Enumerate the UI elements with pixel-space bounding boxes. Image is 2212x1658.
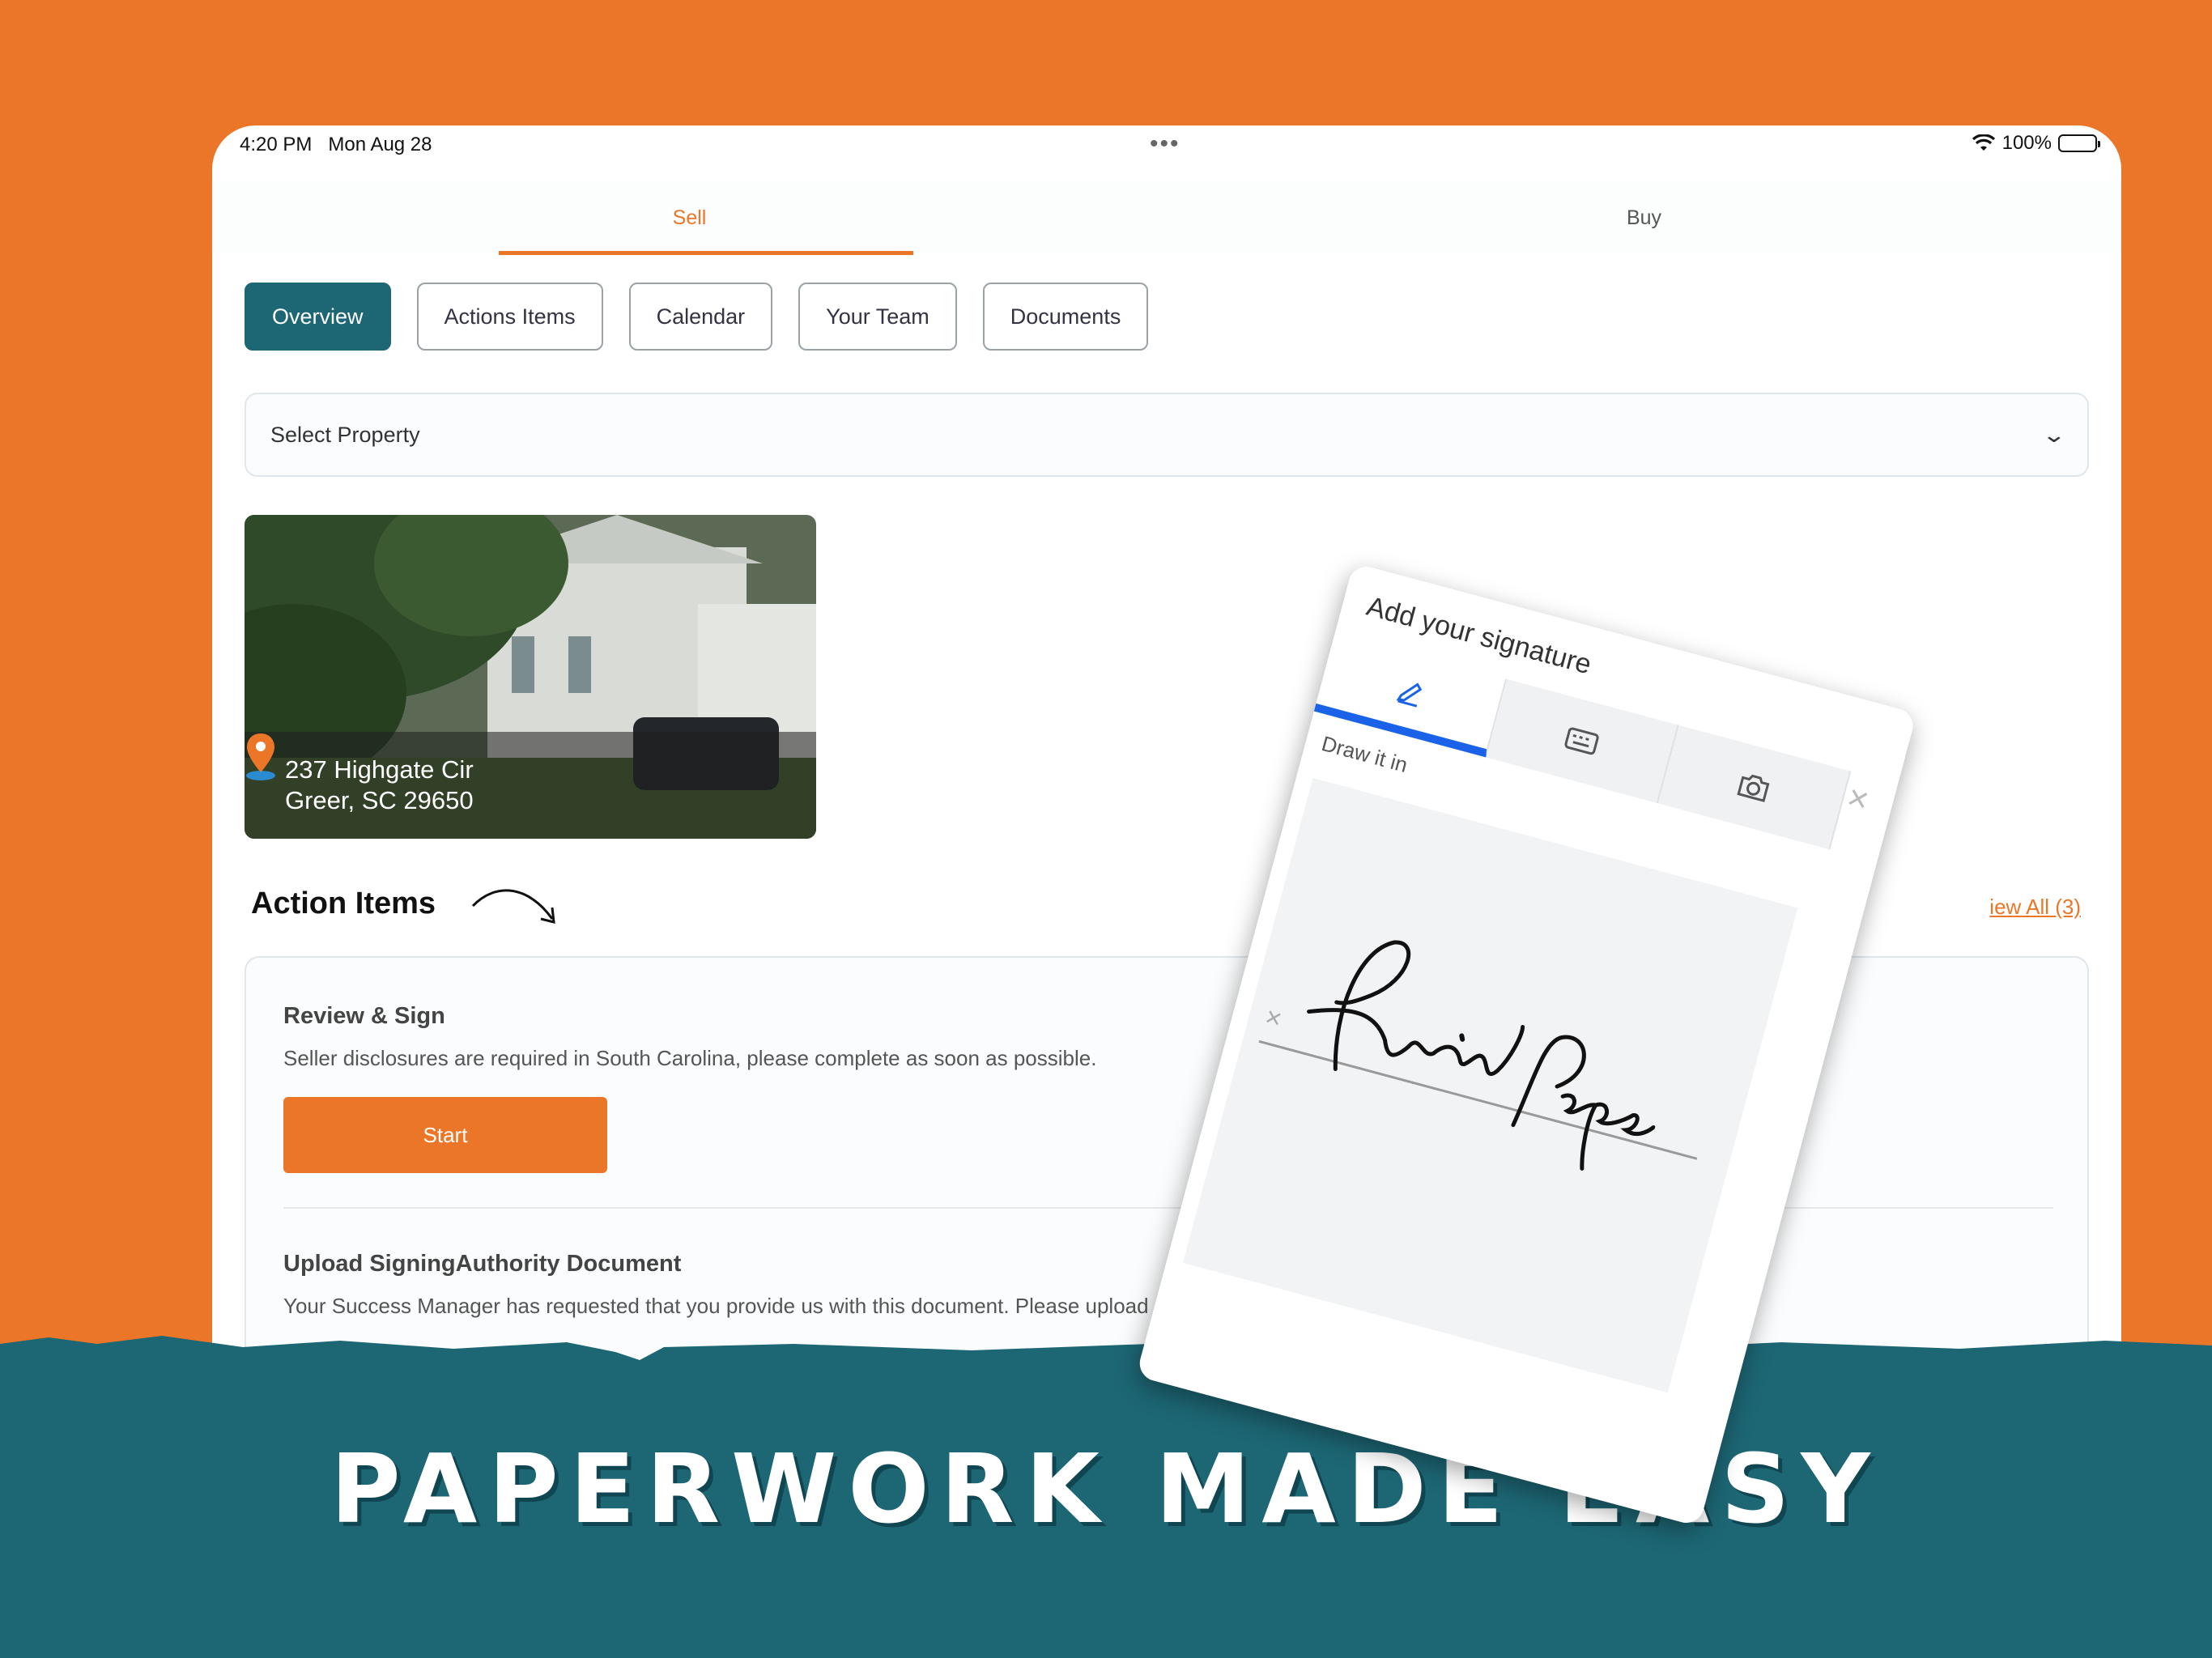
status-bar: 4:20 PM Mon Aug 28 ••• 100% bbox=[212, 125, 2121, 182]
action-item: Review & Sign Seller disclosures are req… bbox=[283, 1003, 1096, 1173]
address-line-1: 237 Highgate Cir bbox=[285, 755, 474, 784]
chevron-down-icon: ⌄ bbox=[2041, 422, 2067, 447]
pill-action-items[interactable]: Actions Items bbox=[416, 283, 603, 351]
pill-your-team[interactable]: Your Team bbox=[798, 283, 957, 351]
camera-icon bbox=[1737, 774, 1770, 802]
address-overlay: 237 Highgate Cir Greer, SC 29650 bbox=[245, 732, 816, 839]
multitasking-dots[interactable]: ••• bbox=[1150, 130, 1180, 158]
pill-calendar[interactable]: Calendar bbox=[628, 283, 773, 351]
property-address: 237 Highgate Cir Greer, SC 29650 bbox=[285, 755, 474, 816]
pen-icon bbox=[1396, 682, 1423, 708]
action-items-heading: Action Items bbox=[251, 886, 436, 920]
address-line-2: Greer, SC 29650 bbox=[285, 786, 474, 814]
tab-buy[interactable]: Buy bbox=[1167, 182, 2121, 252]
tab-upload[interactable] bbox=[1657, 725, 1852, 850]
status-right: 100% bbox=[1972, 132, 2100, 155]
action-item: Upload SigningAuthority Document Your Su… bbox=[283, 1251, 1216, 1319]
pill-overview[interactable]: Overview bbox=[245, 283, 391, 351]
curved-arrow-icon bbox=[471, 889, 555, 924]
signature-hint: Draw it in bbox=[1319, 731, 1410, 778]
start-button[interactable]: Start bbox=[283, 1097, 607, 1173]
action-item-title: Upload SigningAuthority Document bbox=[283, 1251, 682, 1277]
keyboard-icon bbox=[1564, 727, 1599, 755]
tab-type[interactable] bbox=[1486, 678, 1679, 804]
tab-sell[interactable]: Sell bbox=[212, 182, 1167, 255]
location-pin-icon bbox=[246, 733, 275, 780]
divider bbox=[283, 1207, 2053, 1209]
action-item-description: Seller disclosures are required in South… bbox=[283, 1046, 1097, 1070]
handwritten-signature bbox=[1307, 940, 1656, 1171]
status-time: 4:20 PM Mon Aug 28 bbox=[240, 134, 432, 155]
section-nav: Overview Actions Items Calendar Your Tea… bbox=[245, 283, 1149, 351]
select-property-label: Select Property bbox=[270, 422, 420, 447]
battery-icon bbox=[2058, 134, 2100, 152]
clear-signature-icon[interactable]: × bbox=[1261, 1001, 1285, 1036]
sell-buy-tabs: Sell Buy bbox=[212, 182, 2121, 255]
signature-pad[interactable]: × bbox=[1182, 777, 1798, 1393]
pill-documents[interactable]: Documents bbox=[982, 283, 1149, 351]
select-property-dropdown[interactable]: Select Property ⌄ bbox=[245, 393, 2089, 477]
view-all-link[interactable]: iew All (3) bbox=[1989, 895, 2081, 920]
battery-percent: 100% bbox=[2001, 132, 2052, 154]
property-card[interactable]: 237 Highgate Cir Greer, SC 29650 bbox=[245, 515, 816, 839]
action-item-title: Review & Sign bbox=[283, 1003, 445, 1029]
banner-headline: PAPERWORK MADE EASY bbox=[330, 1433, 1882, 1545]
wifi-icon bbox=[1972, 134, 1995, 151]
